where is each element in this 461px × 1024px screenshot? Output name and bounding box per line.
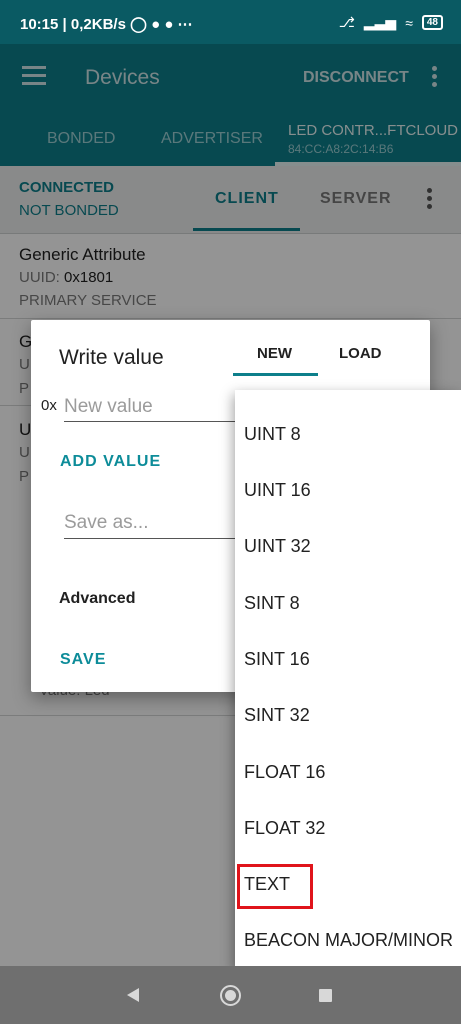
menu-item-uint8[interactable]: UINT 8 [235, 406, 461, 462]
menu-item-label: UINT 16 [244, 480, 311, 500]
menu-item-float32[interactable]: FLOAT 32 [235, 800, 461, 856]
menu-item-beacon[interactable]: BEACON MAJOR/MINOR [235, 912, 461, 968]
menu-item-label: UINT 32 [244, 536, 311, 556]
save-button[interactable]: SAVE [60, 651, 106, 669]
signal-icon: ▂▃▅ [363, 14, 397, 30]
menu-item-uint32[interactable]: UINT 32 [235, 518, 461, 574]
add-value-button[interactable]: ADD VALUE [60, 453, 161, 471]
recents-icon[interactable] [319, 989, 332, 1002]
menu-item-label: FLOAT 16 [244, 762, 326, 782]
menu-item-label: FLOAT 32 [244, 818, 326, 838]
status-icons: ⎇ ▂▃▅ ≈ 48 [339, 14, 443, 31]
battery-icon: 48 [421, 15, 443, 30]
hex-prefix: 0x [41, 397, 57, 414]
status-bar: 10:15 | 0,2KB/s ◯ ● ● ⋯ ⎇ ▂▃▅ ≈ 48 [0, 0, 461, 44]
back-icon[interactable] [127, 988, 139, 1002]
menu-item-sint32[interactable]: SINT 32 [235, 687, 461, 743]
status-time-speed-text: 10:15 | 0,2KB/s [20, 16, 126, 33]
advanced-toggle[interactable]: Advanced [59, 590, 135, 608]
line-icon: ● [164, 16, 174, 33]
menu-item-label: SINT 8 [244, 593, 300, 613]
menu-item-label: BEACON MAJOR/MINOR [244, 930, 454, 950]
more-notifications-icon: ⋯ [177, 16, 193, 33]
new-tab-indicator [233, 373, 318, 376]
dialog-title: Write value [59, 346, 164, 369]
system-nav-bar [0, 966, 461, 1024]
tab-new[interactable]: NEW [257, 345, 292, 362]
menu-item-sint16[interactable]: SINT 16 [235, 631, 461, 687]
tab-load[interactable]: LOAD [339, 345, 382, 362]
value-input[interactable] [64, 392, 254, 422]
menu-item-float16[interactable]: FLOAT 16 [235, 744, 461, 800]
chat-icon: ● [151, 16, 161, 33]
menu-item-uint16[interactable]: UINT 16 [235, 462, 461, 518]
home-icon[interactable] [220, 985, 241, 1006]
menu-item-sint8[interactable]: SINT 8 [235, 575, 461, 631]
menu-item-label: SINT 32 [244, 705, 310, 725]
highlight-box [237, 864, 313, 909]
wifi-icon: ≈ [405, 14, 413, 31]
bluetooth-icon: ⎇ [338, 14, 355, 30]
save-as-input[interactable] [64, 507, 254, 539]
menu-item-label: SINT 16 [244, 649, 310, 669]
status-time-speed: 10:15 | 0,2KB/s ◯ ● ● ⋯ [20, 15, 193, 33]
menu-item-label: UINT 8 [244, 424, 301, 444]
sync-icon: ◯ [130, 16, 147, 33]
